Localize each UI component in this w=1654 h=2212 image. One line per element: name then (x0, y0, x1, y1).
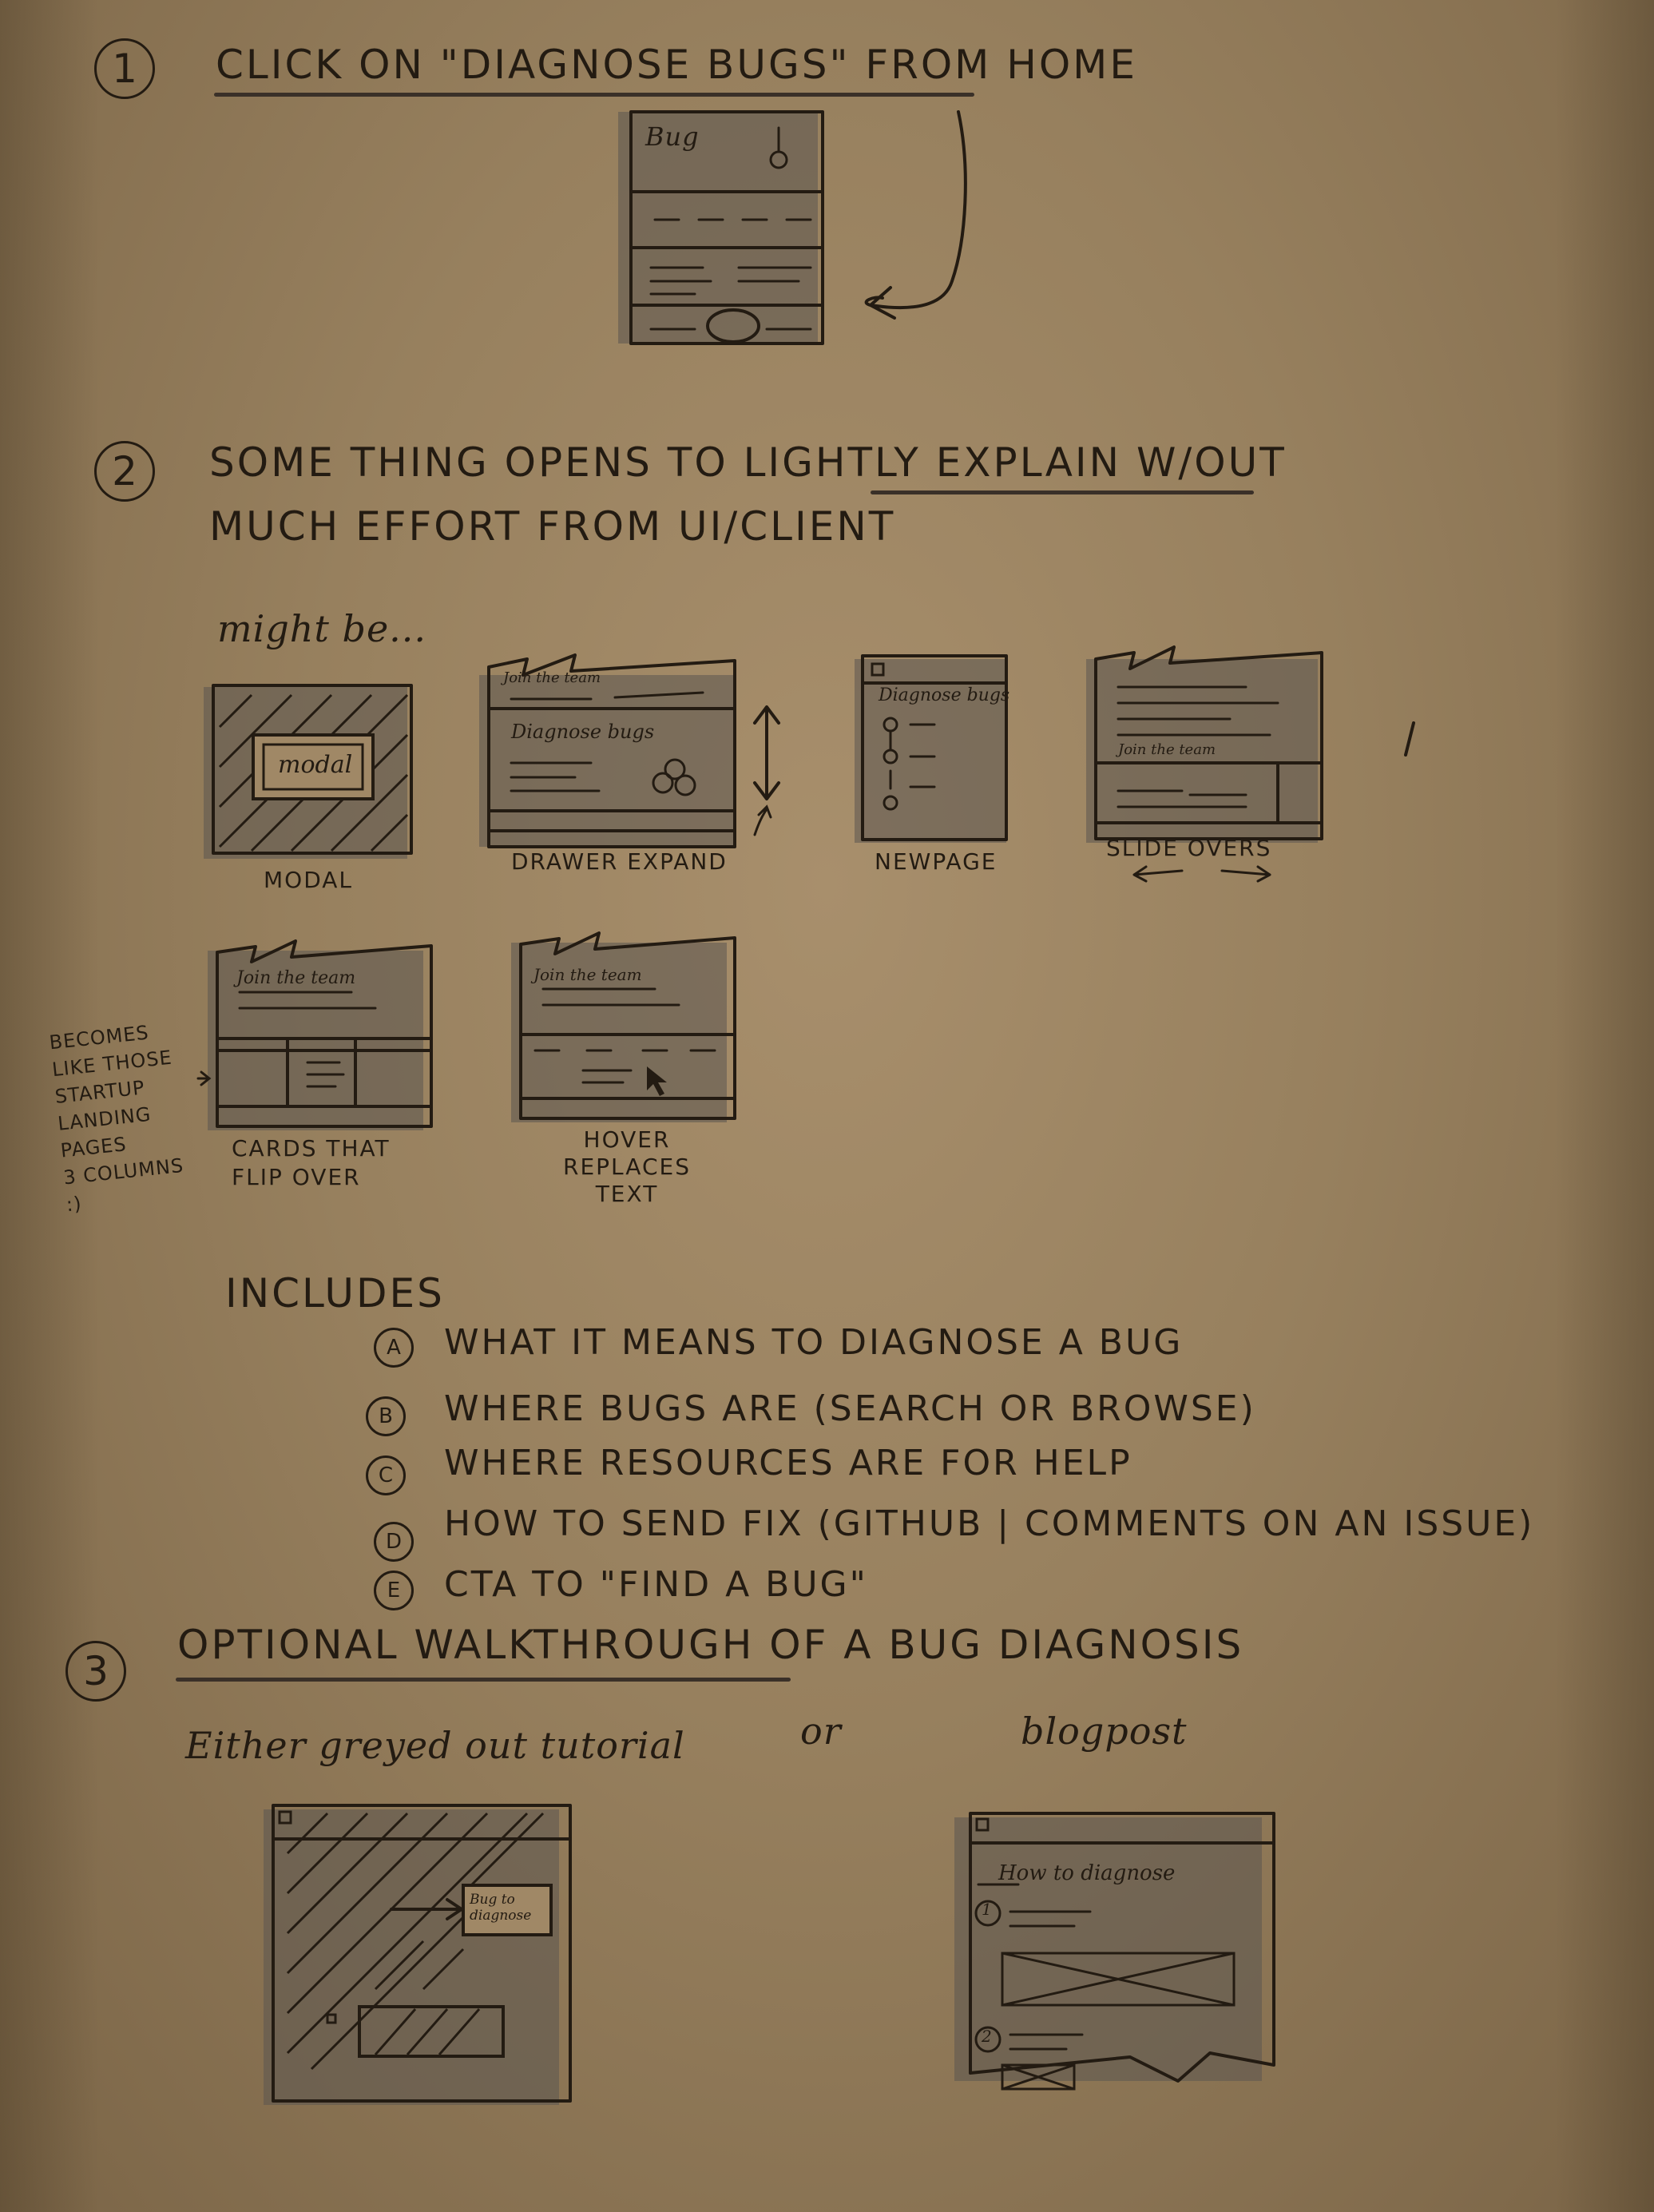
step-1-number: 1 (94, 38, 155, 99)
include-e-text: CTA TO "FIND A BUG" (444, 1564, 868, 1605)
phone-label: Bug (645, 121, 700, 152)
step-3-heading: OPTIONAL WALKTHROUGH OF A BUG DIAGNOSIS (177, 1622, 1244, 1668)
blogpost-label: blogpost (1021, 1710, 1188, 1753)
cards-flip-sketch (196, 939, 433, 1130)
modal-caption: MODAL (264, 867, 354, 893)
hover-replaces-sketch (511, 931, 736, 1122)
drawer-inner-label: Diagnose bugs (511, 721, 655, 743)
blog-step-1: 1 (982, 1900, 992, 1919)
step-3-underline (176, 1678, 791, 1682)
slide-overs-caption: SLIDE OVERS (1106, 835, 1272, 861)
cards-flip-caption: CARDS THAT FLIP OVER (232, 1135, 391, 1190)
include-b-text: WHERE BUGS ARE (SEARCH OR BROWSE) (444, 1388, 1256, 1429)
hover-replaces-inner-label: Join the team (533, 965, 642, 984)
drawer-header-label: Join the team (503, 669, 601, 686)
step-2-number: 2 (94, 441, 155, 502)
slide-overs-inner-label: Join the team (1118, 741, 1216, 758)
blogpost-sketch (954, 1812, 1275, 2091)
greyed-tutorial-sketch (264, 1804, 572, 2105)
new-page-inner-label: Diagnose bugs (879, 685, 1010, 705)
include-a-text: WHAT IT MEANS TO DIAGNOSE A BUG (444, 1322, 1184, 1363)
lightly-explain-underline (871, 490, 1254, 494)
step-3-number: 3 (65, 1641, 126, 1702)
step-2-heading-line-1: SOME THING OPENS TO LIGHTLY EXPLAIN W/OU… (209, 439, 1287, 486)
or-label: or (800, 1710, 842, 1753)
drawer-expand-caption: DRAWER EXPAND (511, 848, 728, 875)
either-label: Either greyed out tutorial (185, 1724, 685, 1767)
tutorial-callout-label: Bug to diagnose (470, 1892, 532, 1924)
include-c-text: WHERE RESOURCES ARE FOR HELP (444, 1443, 1132, 1483)
hover-replaces-caption: HOVER REPLACES TEXT (563, 1126, 691, 1207)
include-d-text: HOW TO SEND FIX (GITHUB | COMMENTS ON AN… (444, 1503, 1535, 1544)
step-1-heading: CLICK ON "DIAGNOSE BUGS" FROM HOME (216, 42, 1137, 88)
step-2-heading-line-2: MUCH EFFORT FROM UI/CLIENT (209, 503, 896, 550)
cards-flip-side-note: BECOMES LIKE THOSE STARTUP LANDING PAGES… (48, 1021, 185, 1217)
blog-title-label: How to diagnose (998, 1861, 1176, 1885)
includes-title: INCLUDES (225, 1270, 445, 1316)
include-a-marker: A (374, 1328, 414, 1368)
include-d-marker: D (374, 1522, 414, 1562)
include-e-marker: E (374, 1571, 414, 1610)
might-be-label: might be... (217, 607, 427, 650)
include-b-marker: B (366, 1396, 406, 1436)
modal-inner-label: modal (278, 751, 353, 779)
blog-step-2: 2 (982, 2027, 992, 2046)
new-page-sketch (855, 654, 1008, 843)
new-page-caption: NEWPAGE (875, 848, 998, 875)
cards-flip-inner-label: Join the team (236, 968, 356, 988)
include-c-marker: C (366, 1455, 406, 1495)
sketch-paper: 1 CLICK ON "DIAGNOSE BUGS" FROM HOME Bug… (0, 0, 1654, 2212)
